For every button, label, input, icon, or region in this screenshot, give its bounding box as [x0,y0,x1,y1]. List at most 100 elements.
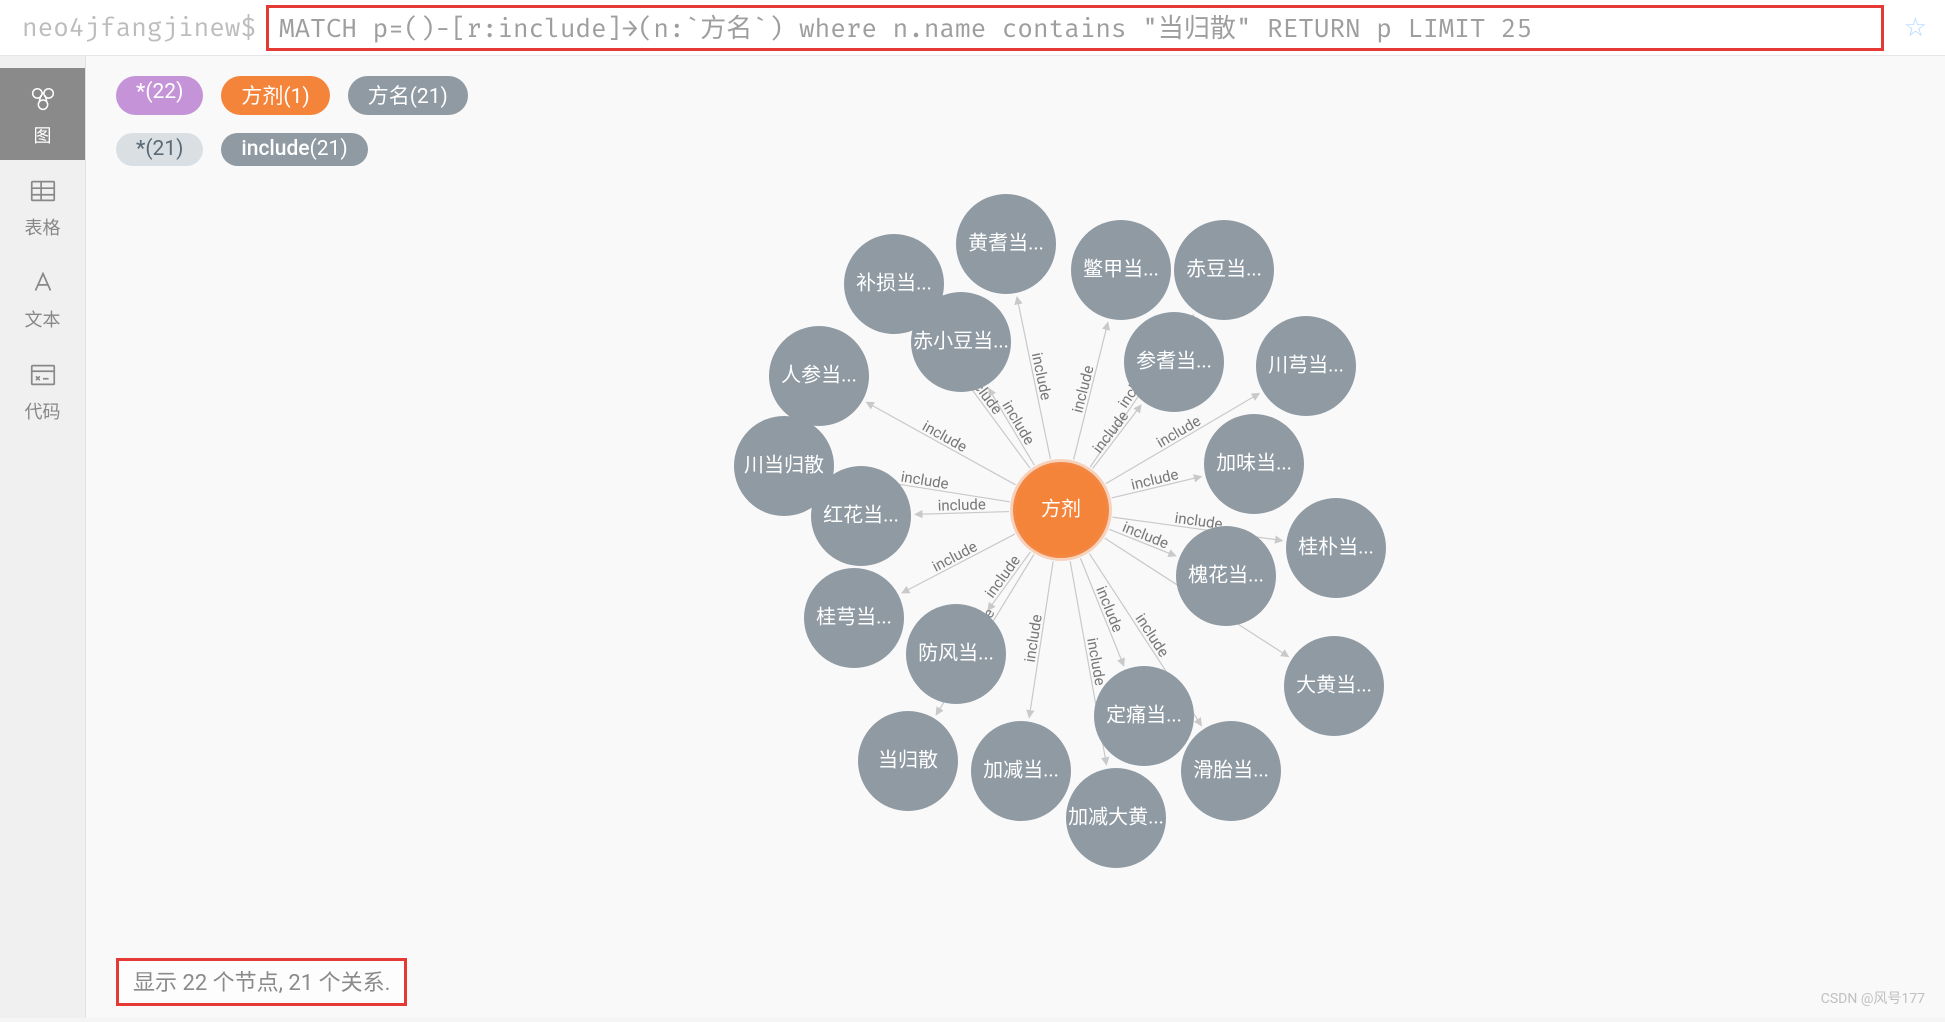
edge-label: include [1120,518,1171,553]
graph-node[interactable]: 大黄当... [1284,636,1384,736]
content-area: *(22)方剂(1)方名(21) *(21)include(21) includ… [86,56,1945,1018]
sidebar-item-text[interactable]: 文本 [0,252,85,344]
node-label: 加味当... [1216,450,1292,474]
graph-node[interactable]: 鳖甲当... [1071,220,1171,320]
tag-count: (21) [310,137,348,161]
edge [936,554,1034,714]
node-label: 方剂 [1041,496,1081,520]
sidebar-item-label: 图 [34,122,52,148]
graph-node[interactable]: 黄耆当... [956,194,1056,294]
graph-node[interactable]: 川芎当... [1256,316,1356,416]
node-label: 加减大黄... [1068,804,1164,828]
edge-label: include [1153,412,1204,452]
edge-label: include [1114,361,1156,411]
graph-node[interactable]: 赤豆当... [1174,220,1274,320]
sidebar-item-label: 文本 [25,306,61,332]
edge [1070,561,1106,765]
tag-方名[interactable]: 方名(21) [348,76,468,115]
graph-node[interactable]: 赤小豆当... [911,292,1011,392]
tag-方剂[interactable]: 方剂(1) [221,76,329,115]
edge-label: include [1176,570,1226,611]
edge [866,402,1015,485]
edge [1113,517,1283,540]
graph-node[interactable]: 桂芎当... [804,568,904,668]
graph-node[interactable]: 槐花当... [1176,526,1276,626]
edge-label: include [998,397,1038,448]
status-text: 显示 22 个节点, 21 个关系. [133,971,390,996]
edge [837,474,1009,501]
edge-label: include [1089,407,1133,456]
node-label: 黄耆当... [968,230,1044,254]
tag-label: 方剂 [241,80,283,110]
sidebar-item-label: 代码 [25,398,61,424]
node-label: 槐花当... [1188,562,1264,586]
tag-count: (22) [145,80,183,104]
edge [1112,477,1202,498]
graph-node-center[interactable]: 方剂 [1013,462,1109,558]
edge-label: include [919,417,970,456]
edge [1017,297,1051,459]
node-label: 赤小豆当... [913,328,1009,352]
edge-label: include [1131,610,1172,660]
tag-label: 方名 [368,80,410,110]
graph-node[interactable]: 川当归散 [734,416,834,516]
code-icon [26,358,60,392]
graph-node[interactable]: 参耆当... [1124,312,1224,412]
node-label: 参耆当... [1136,348,1212,372]
edge [1074,322,1108,459]
edge [1105,538,1289,657]
node-label: 大黄当... [1296,672,1372,696]
edge-label: include [958,605,998,655]
edge [1089,554,1201,726]
graph-canvas[interactable]: includeincludeincludeincludeincludeinclu… [86,56,1945,1018]
node-label: 桂朴当... [1298,534,1374,558]
graph-node[interactable]: 滑胎当... [1181,721,1281,821]
edge [1029,561,1053,717]
edge-label: include [1092,583,1127,634]
edge-label: include [1174,509,1224,533]
edge [989,388,1035,465]
edge-label: include [929,537,980,575]
tag-*[interactable]: *(22) [116,76,203,115]
query-input-highlight[interactable]: MATCH p=()-[r:include]→(n:`方名`) where n.… [266,5,1884,51]
node-tag-row: *(22) 方剂(1) 方名(21) [116,76,468,115]
graph-node[interactable]: 加味当... [1204,414,1304,514]
node-label: 加减当... [983,757,1059,781]
sidebar-item-table[interactable]: 表格 [0,160,85,252]
graph-node[interactable]: 加减当... [971,721,1071,821]
tag-include[interactable]: include(21) [221,133,367,166]
edge [1093,405,1142,469]
query-prompt: neo4jfangjinew$ [22,12,256,43]
edge-label: include [1083,636,1109,687]
tag-count: (21) [410,85,448,109]
edge [915,512,1009,515]
edge-label: include [1028,351,1055,402]
graph-node[interactable]: 红花当... [811,466,911,566]
graph-node[interactable]: 防风当... [906,604,1006,704]
graph-node[interactable]: 当归散 [858,711,958,811]
edge [902,534,1015,593]
sidebar-item-code[interactable]: 代码 [0,344,85,436]
sidebar-item-graph[interactable]: 图 [0,68,85,160]
node-label: 红花当... [823,502,899,526]
watermark: CSDN @风号177 [1821,988,1925,1008]
edge-label: include [1129,465,1180,494]
node-label: 赤豆当... [1186,256,1262,280]
node-label: 补损当... [856,270,932,294]
favorite-icon[interactable]: ☆ [1904,13,1927,43]
graph-node[interactable]: 人参当... [769,326,869,426]
query-bar: neo4jfangjinew$ MATCH p=()-[r:include]→(… [0,0,1945,56]
node-label: 滑胎当... [1193,757,1269,781]
edge [1106,393,1260,483]
node-label: 桂芎当... [816,604,892,628]
tag-label: * [136,137,145,161]
graph-node[interactable]: 加减大黄... [1066,768,1166,868]
sidebar-item-label: 表格 [25,214,61,240]
tag-*[interactable]: *(21) [116,133,203,166]
graph-node[interactable]: 补损当... [844,234,944,334]
sidebar: 图表格文本代码 [0,56,86,1018]
edge [988,552,1031,610]
node-label: 人参当... [781,362,857,386]
graph-node[interactable]: 桂朴当... [1286,498,1386,598]
graph-node[interactable]: 定痛当... [1094,666,1194,766]
